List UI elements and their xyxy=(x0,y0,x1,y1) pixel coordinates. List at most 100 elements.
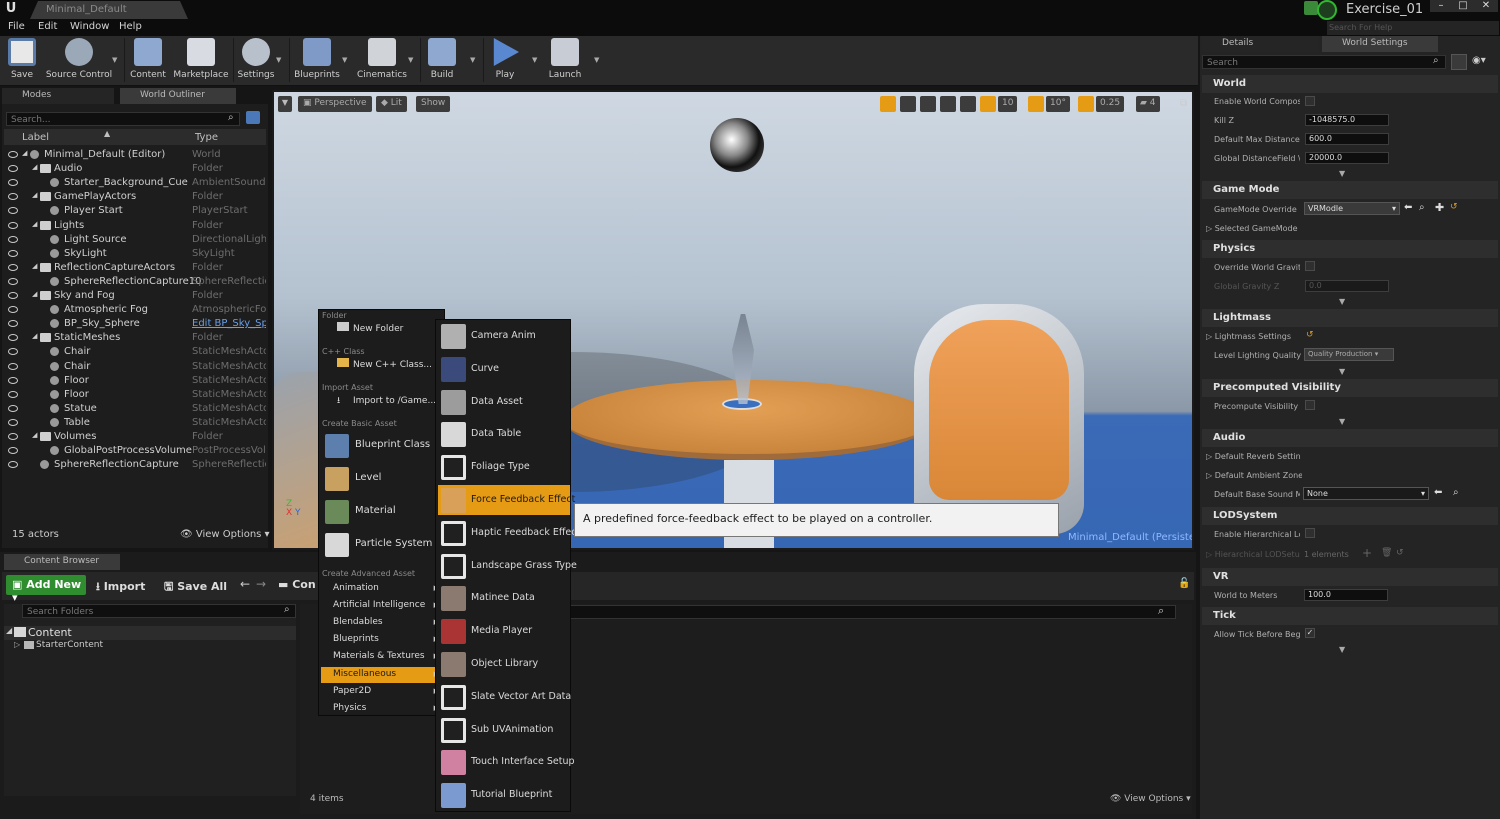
section-physics[interactable]: Physics xyxy=(1202,240,1498,258)
use-selected-arrow-icon[interactable]: ⬅ xyxy=(1434,487,1442,498)
visibility-eye-icon[interactable] xyxy=(8,165,18,173)
outliner-row[interactable]: SkyLight SkyLight xyxy=(4,247,266,261)
visibility-eye-icon[interactable] xyxy=(8,334,18,342)
submenu-item[interactable]: Slate Vector Art Data xyxy=(438,682,571,712)
expand-advanced-icon[interactable]: ▼ xyxy=(1339,417,1345,426)
lighting-quality-dropdown[interactable]: Quality Production ▾ xyxy=(1304,348,1394,361)
add-new-button[interactable]: ▣ Add New ▾ xyxy=(6,575,86,604)
play-button[interactable]: Play xyxy=(486,38,524,84)
prop-label[interactable]: ▷ Lightmass Settings xyxy=(1206,332,1306,341)
close-icon[interactable]: ✕ xyxy=(1474,0,1498,12)
menu-advanced-item[interactable]: Artificial Intelligence▶ xyxy=(321,598,443,614)
section-lod-system[interactable]: LODSystem xyxy=(1202,507,1498,525)
path-breadcrumb[interactable]: ▬ Con xyxy=(278,578,316,591)
menu-new-folder[interactable]: New Folder xyxy=(321,322,443,338)
level-tab[interactable]: Minimal_Default xyxy=(30,1,188,19)
expand-advanced-icon[interactable]: ▼ xyxy=(1339,645,1345,654)
menu-advanced-item[interactable]: Miscellaneous▶ xyxy=(321,666,443,683)
collapse-arrow-icon[interactable]: ◢ xyxy=(32,220,37,228)
menu-advanced-item[interactable]: Animation▶ xyxy=(321,581,443,597)
outliner-row[interactable]: ◢ StaticMeshes Folder xyxy=(4,331,266,345)
outliner-row[interactable]: ◢ Audio Folder xyxy=(4,162,266,176)
world-local-icon[interactable] xyxy=(940,96,956,112)
settings-button[interactable]: Settings xyxy=(236,38,276,84)
menu-advanced-item[interactable]: Blueprints▶ xyxy=(321,632,443,648)
build-button[interactable]: Build xyxy=(424,38,460,84)
visibility-eye-icon[interactable] xyxy=(8,221,18,229)
visibility-eye-icon[interactable] xyxy=(8,418,18,426)
menu-import-to[interactable]: ⭳ Import to /Game... xyxy=(321,394,443,410)
reset-icon[interactable]: ↺ xyxy=(1450,202,1458,212)
submenu-item[interactable]: Matinee Data xyxy=(438,583,570,613)
add-icon[interactable]: ✚ xyxy=(1435,201,1444,214)
build-dropdown[interactable]: ▼ xyxy=(470,56,475,64)
section-tick[interactable]: Tick xyxy=(1202,607,1498,625)
visibility-eye-icon[interactable] xyxy=(8,376,18,384)
collapse-arrow-icon[interactable]: ◢ xyxy=(32,163,37,171)
outliner-row[interactable]: ◢ Sky and Fog Folder xyxy=(4,289,266,303)
visibility-eye-icon[interactable] xyxy=(8,433,18,440)
save-all-button[interactable]: 🖫 Save All xyxy=(164,578,227,597)
scale-snap-icon[interactable] xyxy=(1078,96,1094,112)
show-button[interactable]: Show xyxy=(416,96,451,112)
enable-world-composition-checkbox[interactable] xyxy=(1305,96,1315,106)
menu-help[interactable]: Help xyxy=(119,21,142,32)
col-type-header[interactable]: Type xyxy=(195,132,218,143)
menu-edit[interactable]: Edit xyxy=(38,21,57,32)
lock-icon[interactable]: 🔓 xyxy=(1178,578,1190,589)
outliner-row[interactable]: Player Start PlayerStart xyxy=(4,204,266,218)
tab-world-settings[interactable]: World Settings xyxy=(1322,36,1438,52)
outliner-row[interactable]: BP_Sky_Sphere Edit BP_Sky_Sp xyxy=(4,317,266,331)
collapse-arrow-icon[interactable]: ◢ xyxy=(32,332,37,340)
menu-material[interactable]: Material xyxy=(321,497,443,527)
override-gravity-checkbox[interactable] xyxy=(1305,261,1315,271)
precompute-visibility-checkbox[interactable] xyxy=(1305,400,1315,410)
outliner-row[interactable]: ◢ Minimal_Default (Editor) World xyxy=(4,148,266,162)
section-vr[interactable]: VR xyxy=(1202,568,1498,586)
grid-snap-value[interactable]: 10 xyxy=(998,96,1018,112)
play-dropdown[interactable]: ▼ xyxy=(532,56,537,64)
blueprints-dropdown[interactable]: ▼ xyxy=(342,56,347,64)
grid-snap-icon[interactable] xyxy=(980,96,996,112)
submenu-item[interactable]: Tutorial Blueprint xyxy=(438,780,570,810)
menu-advanced-item[interactable]: Blendables▶ xyxy=(321,615,443,631)
outliner-row[interactable]: Light Source DirectionalLight xyxy=(4,233,266,247)
translate-icon[interactable] xyxy=(880,96,896,112)
viewport-options-button[interactable]: ▼ xyxy=(278,96,292,112)
tab-world-outliner[interactable]: World Outliner xyxy=(120,88,236,104)
world-to-meters-field[interactable]: 100.0 xyxy=(1304,589,1388,601)
submenu-item[interactable]: Object Library xyxy=(438,649,570,679)
submenu-item[interactable]: Landscape Grass Type xyxy=(438,551,577,581)
outliner-row[interactable]: Chair StaticMeshActor xyxy=(4,345,266,359)
outliner-search-input[interactable]: Search... xyxy=(6,112,240,126)
visibility-eye-icon[interactable] xyxy=(8,292,18,299)
visibility-eye-icon[interactable] xyxy=(8,306,18,314)
submenu-item[interactable]: Camera Anim xyxy=(438,321,570,351)
base-sound-dropdown[interactable]: None ▾ xyxy=(1303,487,1429,500)
expand-advanced-icon[interactable]: ▼ xyxy=(1339,169,1345,178)
menu-blueprint-class[interactable]: Blueprint Class xyxy=(321,431,443,461)
menu-new-cpp-class[interactable]: New C++ Class... xyxy=(321,358,443,374)
visibility-eye-icon[interactable] xyxy=(8,151,18,158)
collapse-arrow-icon[interactable]: ◢ xyxy=(32,191,37,199)
outliner-row[interactable]: Atmospheric Fog AtmosphericFog xyxy=(4,303,266,317)
submenu-item[interactable]: Curve xyxy=(438,354,570,384)
outliner-row[interactable]: ◢ ReflectionCaptureActors Folder xyxy=(4,261,266,275)
collapse-arrow-icon[interactable]: ◢ xyxy=(32,431,37,439)
outliner-row[interactable]: GlobalPostProcessVolume PostProcessVol xyxy=(4,444,266,458)
submenu-item[interactable]: Foliage Type xyxy=(438,452,570,482)
visibility-eye-icon[interactable] xyxy=(8,235,18,243)
collapse-arrow-icon[interactable]: ◢ xyxy=(32,290,37,298)
prop-label[interactable]: ▷ Default Ambient Zone xyxy=(1206,471,1302,480)
visibility-eye-icon[interactable] xyxy=(8,390,18,398)
browse-icon[interactable]: ⌕ xyxy=(1453,487,1459,498)
global-distance-field[interactable]: 20000.0 xyxy=(1305,152,1389,164)
submenu-item[interactable]: Data Table xyxy=(438,419,570,449)
section-game-mode[interactable]: Game Mode xyxy=(1202,181,1498,199)
collapse-arrow-icon[interactable]: ◢ xyxy=(22,149,27,157)
asset-search-input[interactable] xyxy=(560,605,1176,619)
rotation-snap-icon[interactable] xyxy=(1028,96,1044,112)
view-options-button[interactable]: 👁 View Options ▾ xyxy=(180,529,270,540)
trash-icon[interactable]: 🗑 xyxy=(1381,548,1392,558)
visibility-eye-icon[interactable] xyxy=(8,249,18,257)
